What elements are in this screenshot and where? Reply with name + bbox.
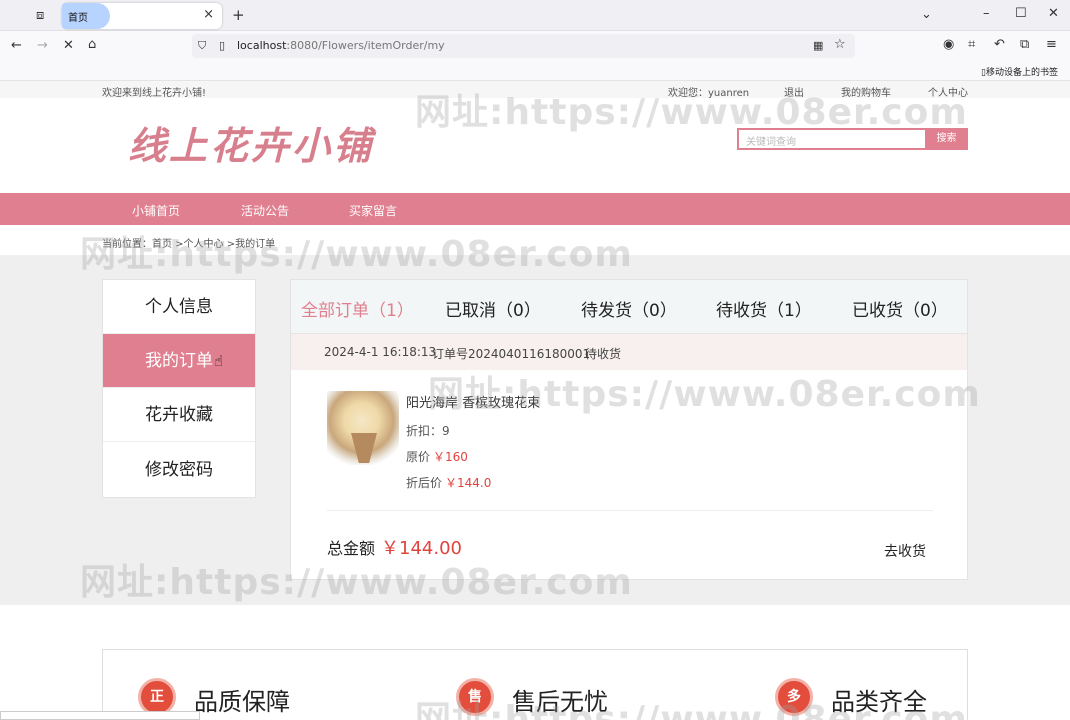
original-price-row: 原价 ￥160: [406, 448, 468, 465]
product-name[interactable]: 阳光海岸 香槟玫瑰花束: [406, 392, 540, 411]
order-date: 2024-4-1 16:18:13: [324, 345, 437, 359]
maximize-icon[interactable]: ☐: [1015, 7, 1027, 21]
content-area: 个人信息 我的订单 花卉收藏 修改密码 全部订单（1） 已取消（0） 待发货（0…: [0, 255, 1070, 605]
site-logo[interactable]: 线上花卉小铺: [128, 115, 374, 170]
site-header: 线上花卉小铺 关键词查询 搜索: [0, 98, 1070, 193]
confirm-receipt-button[interactable]: 去收货: [884, 541, 926, 561]
order-status: 待收货: [585, 347, 622, 361]
cart-link[interactable]: 我的购物车: [841, 84, 891, 99]
product-image[interactable]: [327, 391, 399, 465]
url-bar[interactable]: ⛉ ▯ localhost:8080/Flowers/itemOrder/my …: [192, 34, 855, 58]
browser-nav-bar: ← → ✕ ⌂ ⛉ ▯ localhost:8080/Flowers/itemO…: [0, 31, 1070, 61]
aftersale-icon: 售: [456, 678, 494, 716]
tab-to-ship[interactable]: 待发货（0）: [581, 296, 677, 321]
sidebar: 个人信息 我的订单 花卉收藏 修改密码: [102, 279, 256, 498]
final-price-row: 折后价 ￥144.0: [406, 474, 491, 491]
close-window-icon[interactable]: ✕: [1048, 7, 1059, 21]
main-menu: 小铺首页 活动公告 买家留言: [0, 193, 1070, 225]
url-text[interactable]: localhost:8080/Flowers/itemOrder/my: [237, 39, 445, 52]
menu-item-notices[interactable]: 活动公告: [241, 202, 289, 219]
order-number: 订单号2024040116180001: [432, 347, 591, 361]
home-icon[interactable]: ⌂: [88, 38, 96, 52]
mouse-cursor-icon: ☝: [214, 352, 224, 370]
sidebar-item-orders[interactable]: 我的订单: [103, 334, 255, 388]
browser-tab-bar: ⧈ 首页 × + ⌄ – ☐ ✕: [0, 0, 1070, 31]
feature-quality-label: 品质保障: [194, 688, 290, 716]
sidebar-item-password[interactable]: 修改密码: [103, 443, 255, 497]
new-tab-icon[interactable]: +: [232, 8, 245, 23]
page-info-icon[interactable]: ▯: [219, 39, 225, 53]
bookmark-star-icon[interactable]: ☆: [834, 38, 846, 52]
minimize-icon[interactable]: –: [983, 7, 990, 21]
variety-icon: 多: [775, 678, 813, 716]
original-price: ￥160: [433, 450, 468, 464]
extensions-icon[interactable]: ⧉: [1020, 38, 1029, 52]
site-top-bar: 欢迎来到线上花卉小铺! 欢迎您：yuanren 退出 我的购物车 个人中心: [0, 81, 1070, 99]
order-total: 总金额 ￥144.00: [327, 534, 462, 560]
order-panel: 全部订单（1） 已取消（0） 待发货（0） 待收货（1） 已收货（0） 2024…: [290, 279, 968, 580]
breadcrumb-text[interactable]: 当前位置：首页 >个人中心 >我的订单: [102, 235, 275, 250]
search-input[interactable]: 关键词查询: [737, 128, 927, 150]
qr-code-icon[interactable]: ▦: [813, 39, 823, 53]
tab-title: 首页: [68, 13, 88, 24]
personal-center-link[interactable]: 个人中心: [928, 84, 968, 99]
original-price-label: 原价: [406, 450, 431, 464]
tab-overview-icon[interactable]: ⧈: [36, 9, 44, 23]
divider: [327, 510, 933, 511]
browser-tab[interactable]: 首页 ×: [62, 3, 222, 29]
tab-list-chevron-icon[interactable]: ⌄: [921, 8, 932, 22]
forward-icon[interactable]: →: [37, 39, 48, 53]
product-discount: 折扣：9: [406, 424, 450, 438]
menu-icon[interactable]: ≡: [1046, 38, 1057, 52]
screenshot-icon[interactable]: ⌗: [968, 38, 975, 52]
total-amount: ￥144.00: [381, 538, 462, 559]
shield-icon[interactable]: ⛉: [198, 39, 206, 53]
welcome-text: 欢迎来到线上花卉小铺!: [102, 88, 207, 99]
menu-item-messages[interactable]: 买家留言: [349, 202, 397, 219]
tab-cancelled[interactable]: 已取消（0）: [445, 296, 541, 321]
close-tab-icon[interactable]: ×: [203, 7, 214, 22]
search-button[interactable]: 搜索: [925, 128, 968, 150]
menu-item-home[interactable]: 小铺首页: [132, 202, 180, 219]
total-label: 总金额: [327, 539, 376, 558]
feature-aftersale-label: 售后无忧: [512, 688, 608, 716]
stop-loading-icon[interactable]: ✕: [63, 39, 74, 53]
final-price: ￥144.0: [445, 476, 492, 490]
browser-status-bar: [0, 711, 200, 720]
order-header: 2024-4-1 16:18:13 订单号2024040116180001 待收…: [291, 334, 967, 370]
tab-all-orders[interactable]: 全部订单（1）: [301, 296, 414, 321]
sidebar-item-favorites[interactable]: 花卉收藏: [103, 388, 255, 442]
order-tabs: 全部订单（1） 已取消（0） 待发货（0） 待收货（1） 已收货（0）: [291, 280, 967, 334]
sidebar-item-profile[interactable]: 个人信息: [103, 280, 255, 334]
feature-variety-label: 品类齐全: [831, 688, 927, 716]
final-price-label: 折后价: [406, 476, 443, 490]
tab-received[interactable]: 已收货（0）: [852, 296, 948, 321]
tab-to-receive[interactable]: 待收货（1）: [716, 296, 812, 321]
bookmarks-bar: ▯移动设备上的书签: [0, 61, 1070, 81]
undo-icon[interactable]: ↶: [994, 38, 1005, 52]
account-icon[interactable]: ◉: [943, 38, 954, 52]
logout-link[interactable]: 退出: [784, 84, 804, 99]
user-greeting: 欢迎您：yuanren: [668, 88, 750, 99]
mobile-bookmarks[interactable]: ▯移动设备上的书签: [981, 65, 1058, 78]
feature-strip: 正 品质保障 售 售后无忧 多 品类齐全: [102, 649, 968, 720]
search-placeholder: 关键词查询: [746, 137, 796, 148]
breadcrumb: 当前位置：首页 >个人中心 >我的订单: [0, 225, 1070, 255]
back-icon[interactable]: ←: [11, 39, 22, 53]
